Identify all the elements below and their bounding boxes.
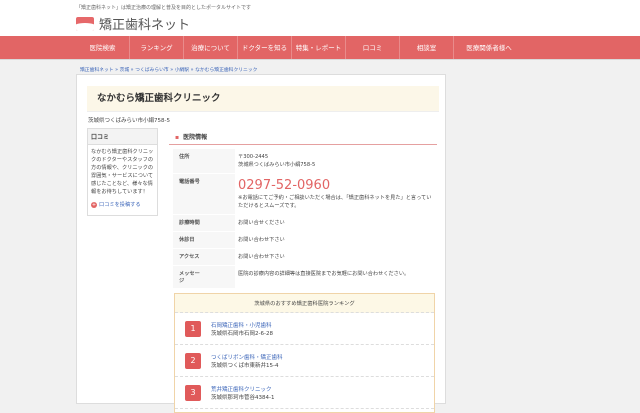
clinic-address: 茨城県つくば市東新井15-4 xyxy=(211,362,279,369)
content: なかむら矯正歯科クリニック 茨城県つくばみらい市小絹758-5 口コミ なかむら… xyxy=(76,74,446,413)
row-label: アクセス xyxy=(179,254,200,260)
review-sidebar: 口コミ なかむら矯正歯科クリニックのドクターやスタッフの方の情報や、クリニックの… xyxy=(87,128,158,216)
sidebar-text: なかむら矯正歯科クリニックのドクターやスタッフの方の情報や、クリニックの雰囲気・… xyxy=(91,149,154,195)
logo-icon xyxy=(76,16,94,31)
row-value: 医院の診療内容の詳細等は直接医院までお気軽にお問い合わせください。 xyxy=(235,266,435,288)
table-row: 住所 〒300-2445 茨城県つくばみらい市小絹758-5 xyxy=(173,149,435,174)
clinic-link[interactable]: 石岡矯正歯科・小児歯科 xyxy=(211,321,273,329)
section-title: 医院情報 xyxy=(183,134,208,141)
row-label: 休診日 xyxy=(179,237,195,243)
table-row: アクセス お問い合わせ下さい xyxy=(173,249,435,266)
phone-note: ※お電話にてご予約・ご相談いただく場合は、「矯正歯科ネットを見た」と言っていただ… xyxy=(238,195,432,209)
ranking-item: 2 つくばリボン歯科・矯正歯科 茨城県つくば市東新井15-4 xyxy=(175,345,434,377)
ranking-box: 茨城県のおすすめ矯正歯科医院ランキング 1 石岡矯正歯科・小児歯科 茨城県石岡市石岡… xyxy=(174,293,435,413)
row-value: お問い合せください xyxy=(235,215,435,231)
nav-item[interactable]: 治療について xyxy=(184,36,238,59)
bullet-icon: ▪ xyxy=(175,134,180,141)
nav-item[interactable]: 口コミ xyxy=(346,36,400,59)
clinic-link[interactable]: 荒井矯正歯科クリニック xyxy=(211,385,274,393)
table-row: 休診日 お問い合わせ下さい xyxy=(173,232,435,249)
clinic-address: 茨城県石岡市石岡2-6-28 xyxy=(211,330,273,337)
section-heading: ▪ 医院情報 xyxy=(169,129,437,145)
nav-item[interactable]: 医院検索 xyxy=(76,36,130,59)
main-nav: 医院検索 ランキング 治療について ドクターを知る 特集・レポート 口コミ 相談… xyxy=(0,36,640,60)
nav-item[interactable]: 相談室 xyxy=(400,36,454,59)
ranking-title: 茨城県のおすすめ矯正歯科医院ランキング xyxy=(175,294,434,313)
site-logo[interactable]: 矯正歯科ネット xyxy=(76,14,190,33)
row-label: 電話番号 xyxy=(179,179,200,185)
ranking-item: 1 石岡矯正歯科・小児歯科 茨城県石岡市石岡2-6-28 xyxy=(175,313,434,345)
page-title: なかむら矯正歯科クリニック xyxy=(87,86,439,112)
clinic-address: 茨城県那珂市菅谷4384-1 xyxy=(211,394,275,401)
plus-icon: + xyxy=(91,201,97,208)
post-review-link[interactable]: + 口コミを投稿する xyxy=(88,199,157,210)
clinic-link[interactable]: つくばリボン歯科・矯正歯科 xyxy=(211,353,283,361)
row-label: 診療時間 xyxy=(179,220,200,226)
nav-item[interactable]: ランキング xyxy=(130,36,184,59)
phone-number[interactable]: 0297-52-0960 xyxy=(238,178,432,194)
tagline: 「矯正歯科ネット」は矯正治療の理解と普及を目的としたポータルサイトです xyxy=(76,5,252,11)
rank-badge: 3 xyxy=(185,384,201,401)
nav-item[interactable]: ドクターを知る xyxy=(238,36,292,59)
table-row: メッセージ 医院の診療内容の詳細等は直接医院までお気軽にお問い合わせください。 xyxy=(173,266,435,289)
info-table: 住所 〒300-2445 茨城県つくばみらい市小絹758-5 電話番号 0297-52… xyxy=(173,149,435,289)
row-value: お問い合わせ下さい xyxy=(235,232,435,248)
sidebar-title: 口コミ xyxy=(88,129,157,145)
rank-badge: 2 xyxy=(185,352,201,369)
row-label: 住所 xyxy=(179,154,190,160)
table-row: 診療時間 お問い合せください xyxy=(173,215,435,232)
nav-item[interactable]: 医療関係者様へ xyxy=(454,36,524,59)
post-review-label: 口コミを投稿する xyxy=(99,202,141,208)
clinic-address: 茨城県つくばみらい市小絹758-5 xyxy=(88,118,170,124)
site-header: 「矯正歯科ネット」は矯正治療の理解と普及を目的としたポータルサイトです 矯正歯科… xyxy=(0,0,640,36)
table-row: 電話番号 0297-52-0960 ※お電話にてご予約・ご相談いただく場合は、「矯正… xyxy=(173,174,435,215)
ranking-item: 3 荒井矯正歯科クリニック 茨城県那珂市菅谷4384-1 xyxy=(175,377,434,409)
logo-text: 矯正歯科ネット xyxy=(99,18,191,33)
breadcrumb[interactable]: 矯正歯科ネット » 茨城 » つくばみらい市 » 小絹駅 » なかむら矯正歯科ク… xyxy=(0,60,640,74)
rank-badge: 1 xyxy=(185,320,201,337)
address-value: 茨城県つくばみらい市小絹758-5 xyxy=(238,162,316,168)
row-label: メッセージ xyxy=(179,271,200,284)
nav-item[interactable]: 特集・レポート xyxy=(292,36,346,59)
postal-code: 〒300-2445 xyxy=(238,154,269,160)
row-value: お問い合わせ下さい xyxy=(235,249,435,265)
